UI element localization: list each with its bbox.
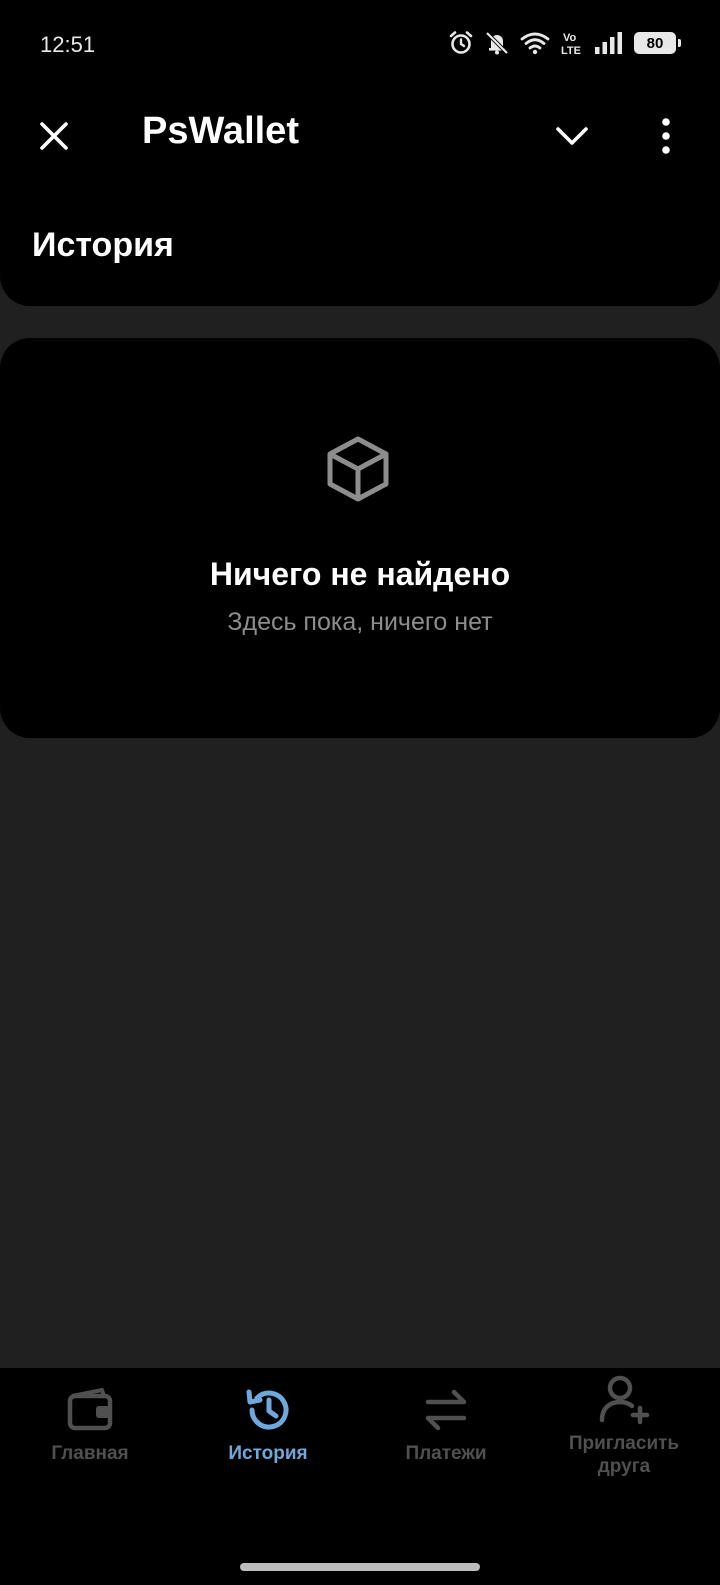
- empty-state-title: Ничего не найдено: [209, 556, 511, 592]
- svg-text:Vo: Vo: [563, 32, 577, 44]
- nav-label-invite-line2: друга: [597, 1456, 651, 1477]
- volte-icon: Vo LTE: [560, 30, 584, 56]
- more-vertical-icon: [662, 118, 670, 154]
- home-indicator[interactable]: [240, 1563, 480, 1571]
- wallet-icon: [62, 1382, 118, 1438]
- nav-label-invite-friend: Пригласить друга: [569, 1432, 679, 1478]
- section-title: История: [32, 226, 174, 264]
- app-title: PsWallet: [142, 110, 299, 152]
- bell-off-icon: [484, 30, 510, 56]
- wifi-icon: [520, 31, 550, 55]
- status-time: 12:51: [40, 32, 96, 57]
- empty-state-subtitle: Здесь пока, ничего нет: [227, 608, 493, 636]
- chevron-down-icon: [556, 127, 588, 145]
- svg-text:LTE: LTE: [561, 45, 581, 56]
- status-bar: 12:51 Vo LTE 80: [0, 0, 720, 90]
- close-button[interactable]: [32, 114, 76, 158]
- status-icons: Vo LTE 80: [448, 30, 681, 56]
- cube-icon: [327, 436, 389, 502]
- nav-label-history: История: [228, 1443, 308, 1464]
- nav-item-invite-friend[interactable]: Пригласить друга: [534, 1368, 714, 1498]
- empty-state-card: Ничего не найдено Здесь пока, ничего нет: [0, 338, 720, 738]
- nav-item-payments[interactable]: Платежи: [356, 1368, 536, 1498]
- close-icon: [40, 122, 68, 150]
- nav-item-home[interactable]: Главная: [0, 1368, 180, 1498]
- bottom-navigation: Главная История Платежи Пригласить друга: [0, 1368, 720, 1585]
- transfer-icon: [418, 1382, 474, 1438]
- history-icon: [240, 1382, 296, 1438]
- nav-item-history[interactable]: История: [178, 1368, 358, 1498]
- nav-label-invite-line1: Пригласить: [568, 1433, 680, 1454]
- battery-indicator: 80: [634, 32, 681, 54]
- nav-label-home: Главная: [51, 1443, 129, 1464]
- nav-label-payments: Платежи: [405, 1443, 487, 1464]
- alarm-icon: [448, 30, 474, 56]
- add-user-icon: [596, 1372, 652, 1428]
- chevron-down-button[interactable]: [550, 114, 594, 158]
- signal-icon: [594, 31, 624, 55]
- more-menu-button[interactable]: [650, 112, 682, 160]
- header: PsWallet История: [0, 90, 720, 306]
